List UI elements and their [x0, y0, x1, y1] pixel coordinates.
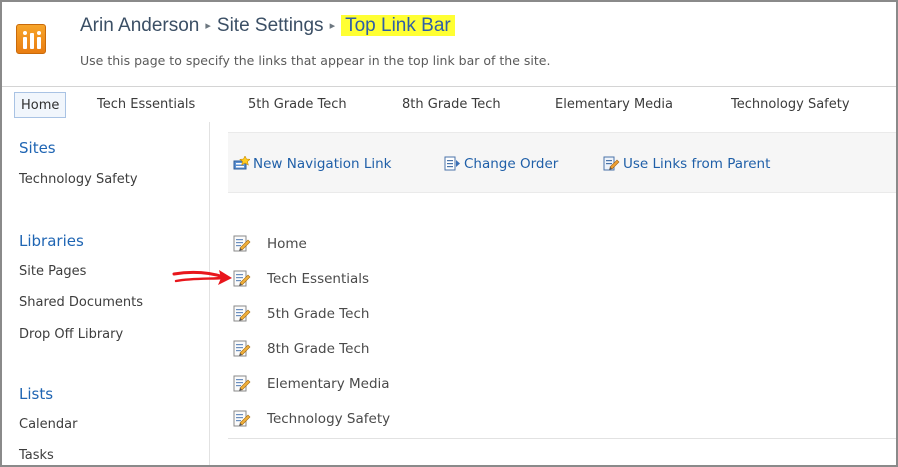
topnav-item-tech-essentials[interactable]: Tech Essentials [91, 92, 201, 118]
topnav-item-elementary-media[interactable]: Elementary Media [549, 92, 679, 118]
edit-link-icon [233, 410, 251, 427]
link-label[interactable]: Home [267, 236, 307, 252]
change-order-button[interactable]: Change Order [444, 154, 558, 174]
quick-launch-item[interactable]: Tasks [19, 448, 54, 463]
main-content: New Navigation Link Change Order Use Lin… [210, 122, 896, 465]
quick-launch-heading-lists[interactable]: Lists [19, 385, 53, 403]
link-label[interactable]: Tech Essentials [267, 271, 369, 287]
new-navigation-link-button[interactable]: New Navigation Link [233, 154, 392, 174]
title-area: Arin Anderson ▸ Site Settings ▸ Top Link Bar… [2, 2, 896, 86]
quick-launch: Sites Technology Safety Libraries Site P… [2, 122, 210, 465]
use-links-from-parent-icon [603, 156, 620, 171]
use-links-from-parent-label: Use Links from Parent [623, 156, 771, 172]
edit-link-icon [233, 235, 251, 252]
breadcrumb-site[interactable]: Arin Anderson [80, 15, 199, 36]
quick-launch-item[interactable]: Drop Off Library [19, 327, 123, 342]
top-link-bar: Home Tech Essentials 5th Grade Tech 8th … [2, 86, 896, 122]
quick-launch-item[interactable]: Calendar [19, 417, 77, 432]
page-description: Use this page to specify the links that … [80, 53, 551, 68]
breadcrumb-current-page: Top Link Bar [341, 15, 455, 36]
quick-launch-item[interactable]: Site Pages [19, 264, 86, 279]
link-label[interactable]: Technology Safety [267, 411, 390, 427]
quick-launch-item[interactable]: Shared Documents [19, 295, 143, 310]
quick-launch-item[interactable]: Technology Safety [19, 172, 138, 187]
topnav-item-home[interactable]: Home [14, 92, 67, 118]
breadcrumb-site-settings[interactable]: Site Settings [217, 15, 324, 36]
sharepoint-site-icon[interactable] [16, 24, 46, 54]
new-navigation-link-label: New Navigation Link [253, 156, 392, 172]
red-arrow-icon [172, 270, 232, 285]
use-links-from-parent-button[interactable]: Use Links from Parent [603, 154, 770, 174]
list-item[interactable]: Elementary Media [233, 374, 390, 394]
toolbar: New Navigation Link Change Order Use Lin… [228, 132, 896, 193]
edit-link-icon [233, 270, 251, 287]
topnav-item-8th-grade-tech[interactable]: 8th Grade Tech [396, 92, 507, 118]
breadcrumb-separator-icon: ▸ [329, 20, 336, 32]
topnav-item-technology-safety[interactable]: Technology Safety [725, 92, 856, 118]
list-item[interactable]: Technology Safety [233, 409, 390, 429]
link-label[interactable]: 8th Grade Tech [267, 341, 369, 357]
quick-launch-heading-libraries[interactable]: Libraries [19, 232, 84, 250]
list-item[interactable]: Home [233, 234, 307, 254]
divider [228, 438, 896, 439]
page-frame: Arin Anderson ▸ Site Settings ▸ Top Link Bar… [0, 0, 898, 467]
list-item[interactable]: Tech Essentials [233, 269, 369, 289]
new-navigation-link-icon [233, 156, 250, 170]
edit-link-icon [233, 340, 251, 357]
change-order-label: Change Order [464, 156, 559, 172]
list-item[interactable]: 8th Grade Tech [233, 339, 369, 359]
breadcrumb-separator-icon: ▸ [205, 20, 211, 32]
link-label[interactable]: 5th Grade Tech [267, 306, 369, 322]
link-label[interactable]: Elementary Media [267, 376, 390, 392]
edit-link-icon [233, 375, 251, 392]
list-item[interactable]: 5th Grade Tech [233, 304, 369, 324]
quick-launch-heading-sites[interactable]: Sites [19, 139, 56, 157]
change-order-icon [444, 156, 460, 171]
breadcrumb: Arin Anderson ▸ Site Settings ▸ Top Link Bar [80, 15, 455, 37]
topnav-item-5th-grade-tech[interactable]: 5th Grade Tech [242, 92, 353, 118]
edit-link-icon [233, 305, 251, 322]
